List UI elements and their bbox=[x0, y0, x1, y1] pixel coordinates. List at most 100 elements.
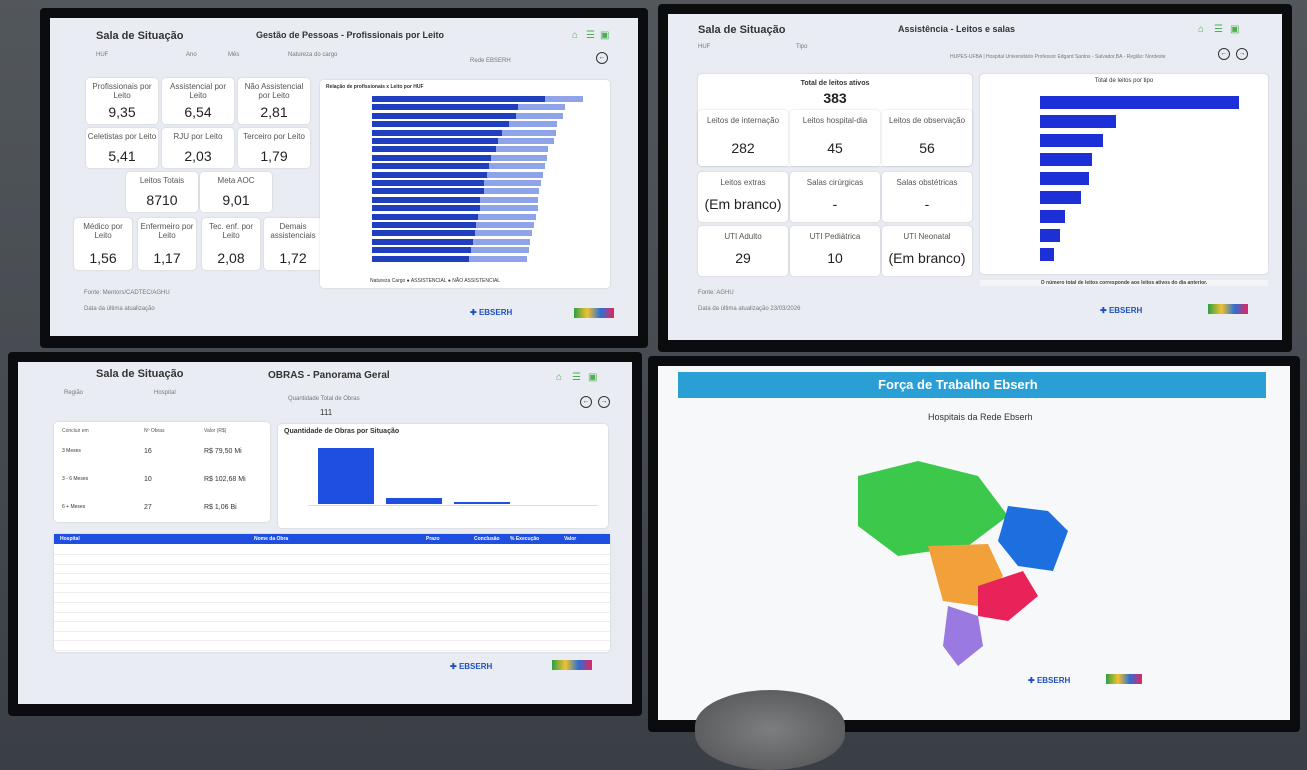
bar-assistencial[interactable] bbox=[372, 146, 497, 153]
bar-assistencial[interactable] bbox=[372, 180, 484, 186]
chart-title: Quantidade de Obras por Situação bbox=[284, 428, 400, 435]
list-header-cell[interactable]: Valor bbox=[564, 536, 576, 542]
region-sul bbox=[943, 606, 983, 666]
bar-assistencial[interactable] bbox=[372, 188, 484, 195]
bar-leitos-tipo[interactable] bbox=[1040, 191, 1081, 204]
back-button[interactable]: ← bbox=[580, 396, 592, 408]
table-row[interactable] bbox=[54, 622, 610, 632]
bar-leitos-tipo[interactable] bbox=[1040, 153, 1092, 166]
brasil-logo bbox=[1208, 304, 1248, 314]
bar-leitos-tipo[interactable] bbox=[1040, 229, 1060, 242]
table-row[interactable] bbox=[54, 545, 610, 555]
home-icon[interactable]: ⌂ bbox=[1198, 24, 1204, 35]
list-header-cell[interactable]: Conclusão bbox=[474, 536, 500, 542]
kpi-label: Médico por Leito bbox=[83, 222, 123, 240]
bar-assistencial[interactable] bbox=[372, 154, 491, 161]
filter-huf[interactable]: HUF bbox=[96, 52, 108, 58]
brazil-map bbox=[858, 461, 1068, 666]
screen-forca-trabalho: Força de Trabalho Ebserh Hospitais da Re… bbox=[658, 366, 1290, 720]
filter-hospital[interactable]: Hospital bbox=[154, 390, 176, 396]
chart-title: Relação de profissionais x Leito por HUF bbox=[326, 84, 424, 90]
bar-assistencial[interactable] bbox=[372, 205, 480, 212]
bar-leitos-tipo[interactable] bbox=[1040, 115, 1116, 128]
table-cell: 10 bbox=[144, 476, 152, 483]
table-header: Nº Obras bbox=[144, 428, 165, 434]
export-icon[interactable]: ▣ bbox=[600, 30, 609, 41]
bar-leitos-tipo[interactable] bbox=[1040, 172, 1089, 185]
region-norte bbox=[858, 461, 1008, 556]
export-icon[interactable]: ▣ bbox=[1230, 24, 1239, 35]
forward-button[interactable]: → bbox=[1236, 48, 1248, 60]
bar-assistencial[interactable] bbox=[372, 213, 479, 220]
table-cell: R$ 1,06 Bi bbox=[204, 504, 237, 511]
bar-assistencial[interactable] bbox=[372, 171, 488, 178]
ebserh-logo: ✚ EBSERH bbox=[1028, 676, 1071, 685]
table-row[interactable] bbox=[54, 631, 610, 642]
kpi-value: 1,17 bbox=[153, 250, 181, 266]
home-icon[interactable]: ⌂ bbox=[572, 30, 578, 41]
kpi-label: Assistencial por Leito bbox=[169, 82, 227, 100]
bar-assistencial[interactable] bbox=[372, 104, 518, 111]
kpi-label: Salas obstétricas bbox=[896, 178, 958, 187]
kpi-value: 56 bbox=[919, 140, 935, 156]
bar-assistencial[interactable] bbox=[372, 222, 477, 228]
bar-assistencial[interactable] bbox=[372, 112, 516, 119]
kpi-value: 10 bbox=[827, 250, 843, 266]
filter-mes[interactable]: Mês bbox=[228, 52, 239, 58]
ebserh-logo: ✚ EBSERH bbox=[470, 308, 513, 317]
filter-huf[interactable]: HUF bbox=[698, 44, 710, 50]
back-button[interactable]: ← bbox=[596, 52, 608, 64]
table-row[interactable] bbox=[54, 583, 610, 594]
bar-leitos-tipo[interactable] bbox=[1040, 248, 1054, 261]
list-header-cell[interactable]: Hospital bbox=[60, 536, 80, 542]
kpi-card: Terceiro por Leito 1,79 bbox=[238, 128, 310, 168]
back-button[interactable]: ← bbox=[1218, 48, 1230, 60]
bar-assistencial[interactable] bbox=[372, 247, 471, 254]
filter-natureza[interactable]: Natureza do cargo bbox=[288, 52, 337, 58]
filter-ano[interactable]: Ano bbox=[186, 52, 197, 58]
bar-assistencial[interactable] bbox=[372, 255, 470, 262]
kpi-value: 9,01 bbox=[222, 192, 250, 208]
bar-leitos-tipo[interactable] bbox=[1040, 210, 1066, 223]
screen1-title: Sala de Situação bbox=[96, 30, 184, 42]
kpi-value: 2,08 bbox=[217, 250, 245, 266]
table-row[interactable] bbox=[54, 612, 610, 623]
list-icon[interactable]: ☰ bbox=[572, 372, 581, 383]
table-row[interactable] bbox=[54, 555, 610, 565]
bar-assistencial[interactable] bbox=[372, 163, 489, 170]
bar-assistencial[interactable] bbox=[372, 138, 498, 144]
kpi-value: 2,03 bbox=[184, 148, 212, 164]
bar-assistencial[interactable] bbox=[372, 196, 480, 203]
bar-leitos-tipo[interactable] bbox=[1040, 96, 1239, 109]
forward-button[interactable]: → bbox=[598, 396, 610, 408]
list-header-cell[interactable]: Prazo bbox=[426, 536, 440, 542]
bar-leitos-tipo[interactable] bbox=[1040, 134, 1103, 147]
bar-assistencial[interactable] bbox=[372, 129, 502, 136]
table-row[interactable] bbox=[54, 564, 610, 575]
filter-rede[interactable]: Rede EBSERH bbox=[470, 58, 511, 64]
bar-assistencial[interactable] bbox=[372, 230, 475, 237]
export-icon[interactable]: ▣ bbox=[588, 372, 597, 383]
bar-assistencial[interactable] bbox=[372, 96, 545, 102]
table-row[interactable] bbox=[54, 593, 610, 603]
source-note: Fonte: Mentors/CADTEC/AGHU bbox=[84, 290, 170, 296]
bar-assistencial[interactable] bbox=[372, 238, 473, 245]
table-row[interactable] bbox=[54, 603, 610, 613]
kpi-card: Não Assistencial por Leito 2,81 bbox=[238, 78, 310, 124]
table-row[interactable] bbox=[54, 641, 610, 651]
list-header-cell[interactable]: Nome da Obra bbox=[254, 536, 288, 542]
list-header-cell[interactable]: % Execução bbox=[510, 536, 539, 542]
filter-regiao[interactable]: Região bbox=[64, 390, 83, 396]
kpi-label: Enfermeiro por Leito bbox=[140, 222, 194, 240]
bar-assistencial[interactable] bbox=[372, 121, 509, 128]
list-icon[interactable]: ☰ bbox=[1214, 24, 1223, 35]
kpi-card: Profissionais por Leito 9,35 bbox=[86, 78, 158, 124]
kpi-card: Leitos de observação 56 bbox=[882, 110, 972, 166]
table-row[interactable] bbox=[54, 574, 610, 584]
table-cell: R$ 102,68 Mi bbox=[204, 476, 246, 483]
list-icon[interactable]: ☰ bbox=[586, 30, 595, 41]
home-icon[interactable]: ⌂ bbox=[556, 372, 562, 383]
screen3-subtitle: OBRAS - Panorama Geral bbox=[268, 370, 390, 381]
filter-tipo[interactable]: Tipo bbox=[796, 44, 807, 50]
kpi-label: Celetistas por Leito bbox=[87, 132, 157, 141]
